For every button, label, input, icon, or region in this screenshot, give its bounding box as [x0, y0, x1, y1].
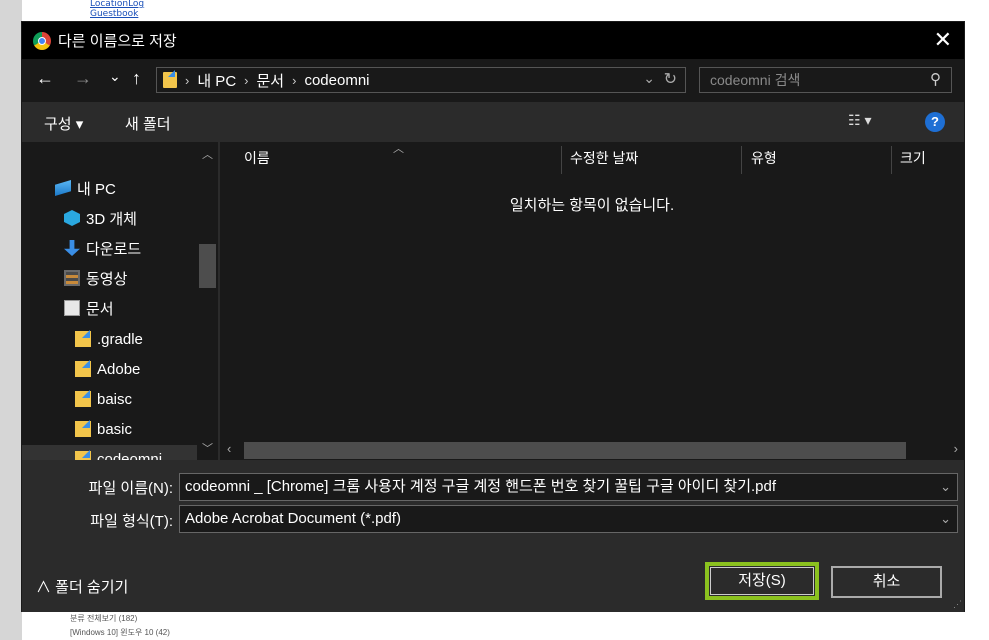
breadcrumb-separator-icon: ›: [185, 72, 190, 88]
close-icon[interactable]: ✕: [934, 28, 952, 52]
view-options-icon[interactable]: ☷ ▾: [848, 112, 871, 129]
address-dropdown-icon[interactable]: ⌄: [643, 70, 655, 87]
tree-item-gradle[interactable]: .gradle: [75, 325, 143, 353]
sort-ascending-icon: ︿: [393, 143, 404, 155]
tree-item-label: 동영상: [86, 270, 128, 288]
filename-value: codeomni _ [Chrome] 크롬 사용자 계정 구글 계정 핸드폰 …: [185, 478, 777, 495]
tree-item-label: Adobe: [97, 360, 141, 378]
new-folder-button[interactable]: 새 폴더: [125, 113, 171, 134]
filename-label: 파일 이름(N):: [88, 480, 173, 497]
tree-item-label: 다운로드: [86, 240, 142, 258]
chrome-icon: [33, 31, 51, 50]
tree-item-label: 내 PC: [77, 180, 116, 198]
folder-icon: [75, 361, 91, 377]
horizontal-scrollbar[interactable]: ‹ ›: [220, 440, 964, 460]
column-divider[interactable]: [741, 146, 742, 174]
folder-icon: [75, 331, 91, 347]
cancel-button[interactable]: 취소: [831, 566, 942, 598]
scroll-right-icon[interactable]: ›: [954, 441, 958, 456]
search-input[interactable]: codeomni 검색 ⚲: [699, 67, 952, 93]
tree-item-label: .gradle: [97, 330, 143, 348]
bg-category-all[interactable]: 분류 전체보기 (182): [70, 613, 137, 624]
tree-item-adobe[interactable]: Adobe: [75, 355, 140, 383]
breadcrumb-separator-icon: ›: [292, 72, 297, 88]
scroll-up-icon[interactable]: ︿: [202, 146, 213, 162]
filetype-select[interactable]: Adobe Acrobat Document (*.pdf) ⌄: [179, 505, 958, 533]
refresh-icon[interactable]: ↻: [664, 69, 677, 89]
resize-grip-icon[interactable]: ⋰: [953, 599, 962, 610]
bg-category-windows[interactable]: [Windows 10] 윈도우 10 (42): [70, 627, 170, 638]
save-as-dialog: 다른 이름으로 저장 ✕ ← → ⌄ ↑ › 내 PC › 문서 › codeo…: [21, 21, 965, 612]
video-icon: [64, 270, 80, 286]
folder-icon: [75, 421, 91, 437]
folder-icon: [75, 391, 91, 407]
forward-arrow-icon[interactable]: →: [74, 68, 92, 89]
search-placeholder: codeomni 검색: [710, 72, 801, 88]
organize-button[interactable]: 구성 ▾: [44, 113, 83, 134]
title-bar: 다른 이름으로 저장 ✕: [22, 22, 964, 59]
column-header-type[interactable]: 유형: [751, 148, 777, 168]
document-icon: [64, 300, 80, 316]
tree-item-label: basic: [97, 420, 133, 438]
bg-link-guestbook[interactable]: Guestbook: [90, 9, 138, 19]
navigation-pane: 내 PC 3D 개체 다운로드 동영상 문서 .gradle Adobe bai…: [22, 142, 218, 473]
navigation-bar: ← → ⌄ ↑ › 내 PC › 문서 › codeomni ⌄ ↻ codeo…: [22, 59, 964, 102]
tree-item-videos[interactable]: 동영상: [64, 264, 127, 292]
save-form: 파일 이름(N): codeomni _ [Chrome] 크롬 사용자 계정 …: [22, 460, 964, 612]
column-header-name[interactable]: 이름: [244, 148, 270, 168]
search-icon[interactable]: ⚲: [930, 68, 941, 92]
scrollbar-thumb[interactable]: [199, 244, 216, 288]
tree-item-documents[interactable]: 문서: [64, 294, 114, 322]
up-arrow-icon[interactable]: ↑: [132, 68, 141, 89]
breadcrumb-codeomni[interactable]: codeomni: [304, 72, 369, 89]
filename-field[interactable]: codeomni _ [Chrome] 크롬 사용자 계정 구글 계정 핸드폰 …: [179, 473, 958, 501]
dialog-title: 다른 이름으로 저장: [58, 33, 177, 50]
cancel-button-label: 취소: [872, 573, 901, 590]
scroll-left-icon[interactable]: ‹: [227, 441, 231, 456]
download-icon: [64, 240, 80, 256]
chevron-down-icon[interactable]: ⌄: [940, 506, 951, 532]
tree-item-baisc[interactable]: baisc: [75, 385, 132, 413]
scrollbar-thumb[interactable]: [244, 442, 906, 459]
address-bar[interactable]: › 내 PC › 문서 › codeomni ⌄ ↻: [156, 67, 686, 93]
column-header-date[interactable]: 수정한 날짜: [570, 148, 638, 168]
tree-item-label: baisc: [97, 390, 133, 408]
tree-item-basic[interactable]: basic: [75, 415, 132, 443]
toolbar: 구성 ▾ 새 폴더 ☷ ▾ ?: [22, 102, 964, 142]
column-header-size[interactable]: 크기: [900, 148, 926, 168]
bg-link-locationlog[interactable]: LocationLog: [90, 0, 144, 9]
3d-objects-icon: [64, 210, 80, 226]
breadcrumb-separator-icon: ›: [244, 72, 249, 88]
tree-item-3d-objects[interactable]: 3D 개체: [64, 204, 137, 232]
recent-locations-chevron-icon[interactable]: ⌄: [109, 68, 121, 85]
focus-outline: [710, 567, 814, 595]
tree-item-label: 3D 개체: [86, 210, 137, 228]
column-divider[interactable]: [891, 146, 892, 174]
tree-item-this-pc[interactable]: 내 PC: [55, 174, 116, 202]
filetype-value: Adobe Acrobat Document (*.pdf): [185, 510, 401, 527]
filetype-label: 파일 형식(T):: [90, 513, 173, 530]
empty-message: 일치하는 항목이 없습니다.: [509, 197, 675, 214]
hide-folders-button[interactable]: ∧ 폴더 숨기기: [36, 576, 128, 597]
scroll-down-icon[interactable]: ﹀: [202, 440, 213, 456]
back-arrow-icon[interactable]: ←: [36, 68, 54, 89]
breadcrumb-documents[interactable]: 문서: [257, 70, 285, 91]
column-divider[interactable]: [561, 146, 562, 174]
tree-item-label: 문서: [86, 300, 114, 318]
tree-scrollbar[interactable]: ︿ ﹀: [197, 142, 218, 460]
folder-icon: [163, 72, 177, 88]
chevron-down-icon[interactable]: ⌄: [940, 474, 951, 500]
tree-item-downloads[interactable]: 다운로드: [64, 234, 141, 262]
save-button[interactable]: 저장(S): [705, 562, 819, 600]
breadcrumb-pc[interactable]: 내 PC: [197, 70, 236, 91]
background-sidebar: [0, 0, 22, 640]
help-icon[interactable]: ?: [925, 112, 945, 132]
file-list: ︿ 이름 수정한 날짜 유형 크기 일치하는 항목이 없습니다. ‹ ›: [220, 142, 964, 460]
pc-icon: [55, 180, 71, 196]
